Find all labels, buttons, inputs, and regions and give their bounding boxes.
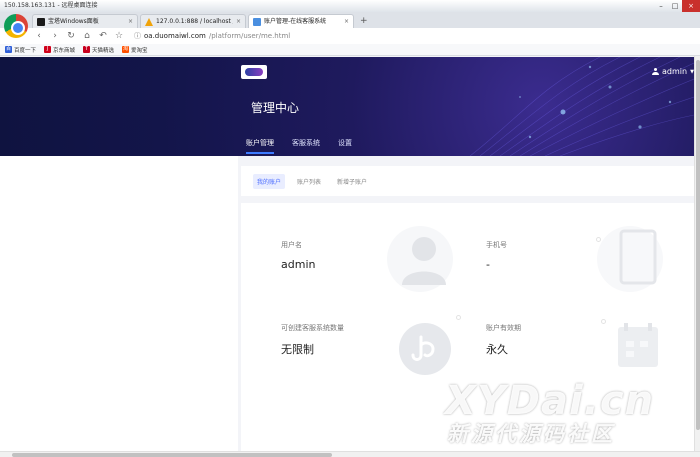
browser-tab-account[interactable]: 账户管理-在线客服系统 × <box>248 14 354 28</box>
scrollbar-thumb[interactable] <box>12 453 332 457</box>
tab-page-icon <box>253 17 261 26</box>
field-phone: 手机号 - <box>486 240 507 271</box>
bookmark-label: 爱淘宝 <box>131 47 148 54</box>
browser-tab-bt-panel[interactable]: 宝塔Windows面板 × <box>32 14 138 28</box>
calendar-illustration-icon <box>618 323 658 367</box>
bookmark-jd[interactable]: J 京东商城 <box>44 46 75 54</box>
field-validity: 账户有效期 永久 <box>486 323 521 357</box>
app-logo[interactable] <box>241 65 267 79</box>
content-tabs: 我的账户 账户列表 新增子账户 <box>241 166 694 196</box>
bookmarks-bar: 百 百度一下 J 京东商城 T 天猫精选 淘 爱淘宝 <box>0 44 700 56</box>
user-illustration-icon <box>387 226 453 292</box>
tab-add-subaccount[interactable]: 新增子账户 <box>333 174 371 189</box>
chrome-logo-icon <box>4 14 28 38</box>
nav-settings[interactable]: 设置 <box>338 138 352 154</box>
tab-account-list[interactable]: 账户列表 <box>293 174 325 189</box>
scrollbar-thumb[interactable] <box>696 60 700 430</box>
forward-icon[interactable]: › <box>50 31 60 41</box>
field-value: admin <box>281 258 316 271</box>
url-host: oa.duomaiwl.com <box>144 32 206 40</box>
maximize-icon[interactable]: □ <box>668 0 682 12</box>
tab-my-account[interactable]: 我的账户 <box>253 173 286 189</box>
browser-tab-phpmyadmin[interactable]: 127.0.0.1:888 / localhost / kf_vi × <box>140 14 246 28</box>
close-icon[interactable]: × <box>682 0 700 12</box>
address-bar[interactable]: ⓘ oa.duomaiwl.com/platform/user/me.html <box>134 30 290 42</box>
phone-illustration-icon <box>597 226 663 292</box>
taobao-icon: 淘 <box>122 46 130 53</box>
sidebar <box>0 156 238 451</box>
bookmark-label: 百度一下 <box>14 47 37 54</box>
field-username: 用户名 admin <box>281 240 315 271</box>
baidu-icon: 百 <box>5 46 12 53</box>
user-menu[interactable]: admin ▼ <box>652 67 694 76</box>
field-label: 账户有效期 <box>486 324 521 332</box>
decor-dot-icon <box>596 237 601 242</box>
field-label: 用户名 <box>281 241 302 249</box>
field-quota: 可创建客服系统数量 无限制 <box>281 323 344 357</box>
new-tab-button[interactable]: + <box>356 14 372 28</box>
decor-dot-icon <box>601 319 606 324</box>
browser-tabs: 宝塔Windows面板 × 127.0.0.1:888 / localhost … <box>32 14 372 28</box>
home-icon[interactable]: ⌂ <box>82 31 92 41</box>
bookmark-label: 京东商城 <box>53 47 76 54</box>
star-icon[interactable]: ☆ <box>114 31 124 41</box>
vertical-scrollbar[interactable] <box>694 56 700 451</box>
nav-account-management[interactable]: 账户管理 <box>246 138 274 154</box>
bookmark-aitaobao[interactable]: 淘 爱淘宝 <box>122 46 148 54</box>
nav-service-system[interactable]: 客服系统 <box>292 138 320 154</box>
tab-close-icon[interactable]: × <box>128 16 133 28</box>
page-info-icon[interactable]: ⓘ <box>134 31 141 41</box>
tab-close-icon[interactable]: × <box>236 16 241 28</box>
warning-icon <box>145 17 153 26</box>
logo-mark-icon <box>245 68 263 76</box>
field-value: - <box>486 258 490 271</box>
browser-tab-label: 账户管理-在线客服系统 <box>264 17 327 25</box>
bt-icon <box>37 17 45 26</box>
tmall-icon: T <box>83 46 91 53</box>
remote-desktop-titlebar: 150.158.163.131 - 远程桌面连接 – □ × <box>0 0 700 12</box>
watermark: XYDai.cn 新源代源码社区 <box>445 378 654 448</box>
url-path: /platform/user/me.html <box>208 32 291 40</box>
miniapp-illustration-icon <box>399 323 451 375</box>
bookmark-label: 天猫精选 <box>92 47 115 54</box>
reload-icon[interactable]: ↻ <box>66 31 76 41</box>
bookmark-baidu[interactable]: 百 百度一下 <box>5 46 36 54</box>
field-value: 无限制 <box>281 343 314 356</box>
header-nav: 账户管理 客服系统 设置 <box>246 138 352 154</box>
field-label: 可创建客服系统数量 <box>281 324 344 332</box>
decor-dot-icon <box>456 315 461 320</box>
minimize-icon[interactable]: – <box>654 0 668 12</box>
undo-icon[interactable]: ↶ <box>98 31 108 41</box>
page-title: 管理中心 <box>251 101 300 115</box>
username-label: admin <box>662 67 688 76</box>
horizontal-scrollbar[interactable] <box>0 451 700 457</box>
window-controls: – □ × <box>654 0 700 12</box>
browser-tab-label: 宝塔Windows面板 <box>48 17 99 25</box>
tab-close-icon[interactable]: × <box>344 16 349 28</box>
browser-toolbar: ‹ › ↻ ⌂ ↶ ☆ ⓘ oa.duomaiwl.com/platform/u… <box>0 28 700 44</box>
browser-tab-label: 127.0.0.1:888 / localhost / kf_vi <box>156 17 233 25</box>
jd-icon: J <box>44 46 52 53</box>
remote-desktop-title: 150.158.163.131 - 远程桌面连接 <box>4 2 98 9</box>
field-value: 永久 <box>486 343 508 356</box>
back-icon[interactable]: ‹ <box>34 31 44 41</box>
field-label: 手机号 <box>486 241 507 249</box>
bookmark-tmall[interactable]: T 天猫精选 <box>83 46 114 54</box>
user-icon <box>652 68 659 75</box>
